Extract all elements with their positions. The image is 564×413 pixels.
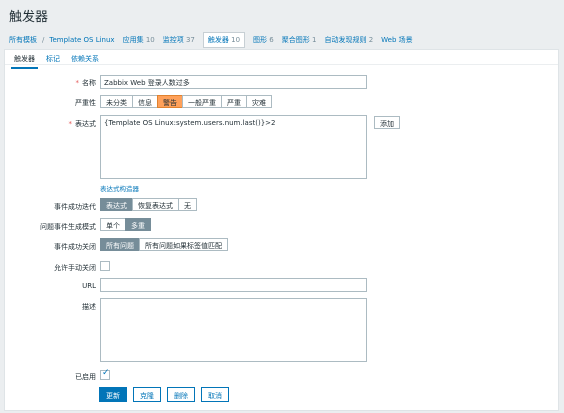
severity-label: 严重性 xyxy=(75,99,96,107)
breadcrumb-web[interactable]: Web 场景 xyxy=(381,35,413,45)
problem-mode-multiple[interactable]: 多重 xyxy=(125,218,151,231)
tab-tags[interactable]: 标记 xyxy=(43,53,63,69)
manual-close-checkbox[interactable] xyxy=(100,261,110,271)
description-textarea[interactable] xyxy=(100,298,367,362)
tab-dependencies[interactable]: 依赖关系 xyxy=(68,53,102,69)
url-input[interactable] xyxy=(100,278,367,292)
name-label: 名称 xyxy=(76,78,96,88)
ok-close-all[interactable]: 所有问题 xyxy=(100,238,140,251)
problem-mode-label: 问题事件生成模式 xyxy=(40,223,96,231)
description-label: 描述 xyxy=(82,303,96,311)
event-generation-label: 事件成功迭代 xyxy=(54,203,96,211)
clone-button[interactable]: 克隆 xyxy=(133,387,161,402)
ok-close-tag-match[interactable]: 所有问题如果标签值匹配 xyxy=(139,238,228,251)
breadcrumb-screens[interactable]: 聚合图形 1 xyxy=(282,35,317,45)
breadcrumb-triggers[interactable]: 触发器 10 xyxy=(202,32,246,48)
breadcrumb-all-templates[interactable]: 所有模板 xyxy=(9,35,37,45)
severity-disaster[interactable]: 灾难 xyxy=(246,95,272,108)
expression-builder-link[interactable]: 表达式构造器 xyxy=(100,183,139,193)
form-tabs: 触发器 标记 依赖关系 xyxy=(11,53,107,69)
severity-high[interactable]: 严重 xyxy=(221,95,247,108)
problem-mode-single[interactable]: 单个 xyxy=(100,218,126,231)
event-gen-expression[interactable]: 表达式 xyxy=(100,198,133,211)
tab-trigger[interactable]: 触发器 xyxy=(11,53,38,69)
breadcrumb-discovery[interactable]: 自动发现规则 2 xyxy=(324,35,373,45)
page-title: 触发器 xyxy=(9,10,49,25)
add-expression-button[interactable]: 添加 xyxy=(374,116,400,129)
event-gen-recovery[interactable]: 恢复表达式 xyxy=(132,198,179,211)
severity-selector: 未分类 信息 警告 一般严重 严重 灾难 xyxy=(100,95,272,108)
manual-close-label: 允许手动关闭 xyxy=(54,264,96,272)
event-gen-none[interactable]: 无 xyxy=(178,198,197,211)
expression-label: 表达式 xyxy=(69,119,96,129)
name-input[interactable]: Zabbix Web 登录人数过多 xyxy=(100,75,367,89)
url-label: URL xyxy=(82,282,96,290)
update-button[interactable]: 更新 xyxy=(99,387,127,402)
enabled-checkbox[interactable]: ✓ xyxy=(100,368,110,380)
expression-textarea[interactable]: {Template OS Linux:system.users.num.last… xyxy=(100,115,367,179)
event-generation-selector: 表达式 恢复表达式 无 xyxy=(100,198,197,211)
breadcrumb-template[interactable]: Template OS Linux xyxy=(49,36,114,44)
severity-warning[interactable]: 警告 xyxy=(157,95,183,108)
breadcrumb-applications[interactable]: 应用集 10 xyxy=(123,35,155,45)
ok-close-label: 事件成功关闭 xyxy=(54,243,96,251)
breadcrumb-separator: / xyxy=(42,36,45,44)
trigger-form-card: 触发器 标记 依赖关系 名称 Zabbix Web 登录人数过多 严重性 未分类… xyxy=(4,49,559,411)
cancel-button[interactable]: 取消 xyxy=(201,387,229,402)
severity-not-classified[interactable]: 未分类 xyxy=(100,95,133,108)
form-actions: 更新 克隆 删除 取消 xyxy=(99,387,235,402)
problem-mode-selector: 单个 多重 xyxy=(100,218,151,231)
check-icon: ✓ xyxy=(102,368,110,378)
breadcrumb: 所有模板 / Template OS Linux 应用集 10 监控项 37 触… xyxy=(9,32,421,48)
enabled-label: 已启用 xyxy=(75,373,96,381)
severity-average[interactable]: 一般严重 xyxy=(182,95,222,108)
breadcrumb-graphs[interactable]: 图形 6 xyxy=(253,35,274,45)
delete-button[interactable]: 删除 xyxy=(167,387,195,402)
ok-close-selector: 所有问题 所有问题如果标签值匹配 xyxy=(100,238,228,251)
severity-information[interactable]: 信息 xyxy=(132,95,158,108)
breadcrumb-items[interactable]: 监控项 37 xyxy=(163,35,195,45)
